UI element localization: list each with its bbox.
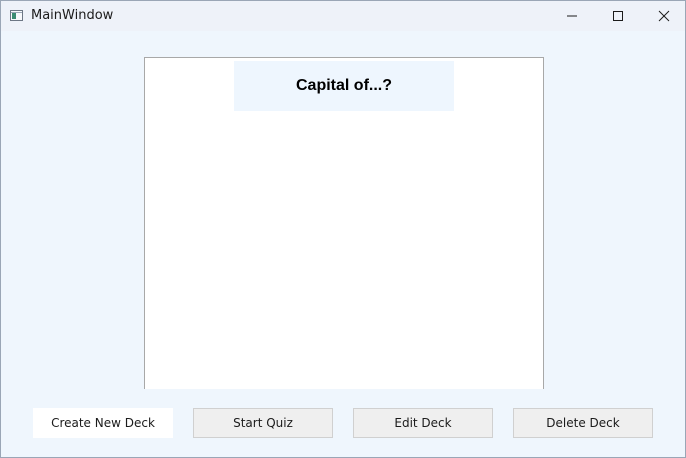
minimize-button[interactable] bbox=[549, 1, 595, 31]
main-window: MainWindow Capital of...? Create New Dec… bbox=[0, 0, 686, 458]
flashcard-panel: Capital of...? bbox=[144, 57, 544, 389]
question-label: Capital of...? bbox=[234, 61, 454, 111]
close-button[interactable] bbox=[641, 1, 685, 31]
create-new-deck-button[interactable]: Create New Deck bbox=[33, 408, 173, 438]
title-bar[interactable]: MainWindow bbox=[1, 1, 685, 31]
app-icon bbox=[10, 10, 23, 21]
window-title: MainWindow bbox=[31, 8, 114, 23]
close-icon bbox=[658, 10, 670, 22]
maximize-icon bbox=[613, 11, 623, 21]
start-quiz-button[interactable]: Start Quiz bbox=[193, 408, 333, 438]
delete-deck-button[interactable]: Delete Deck bbox=[513, 408, 653, 438]
minimize-icon bbox=[567, 15, 577, 17]
maximize-button[interactable] bbox=[595, 1, 641, 31]
edit-deck-button[interactable]: Edit Deck bbox=[353, 408, 493, 438]
